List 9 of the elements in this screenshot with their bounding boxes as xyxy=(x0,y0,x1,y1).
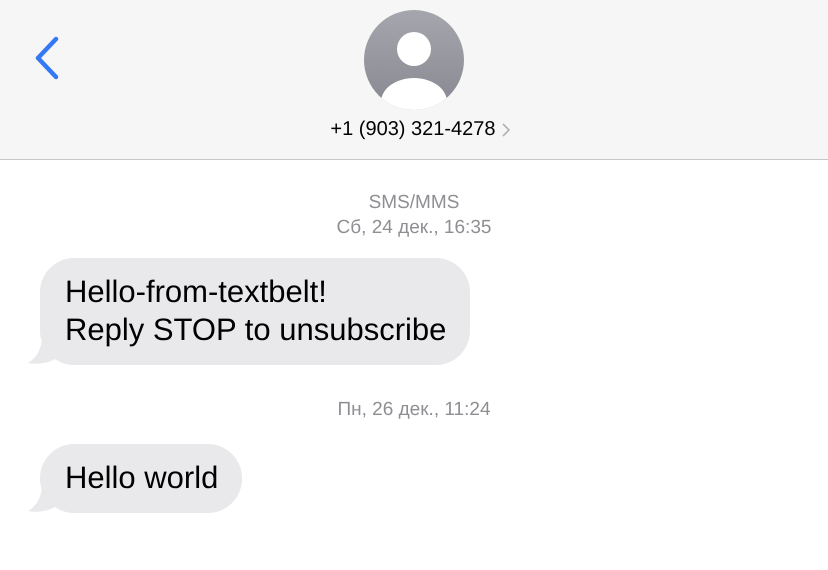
message-timestamp: Пн, 26 дек., 11:24 xyxy=(337,398,491,422)
message-bubble: Hello-from-textbelt! Reply STOP to unsubscribe xyxy=(40,258,470,365)
back-icon[interactable] xyxy=(34,36,60,80)
message-bubble: Hello world xyxy=(40,444,242,513)
message-timestamp: Сб, 24 дек., 16:35 xyxy=(336,216,492,240)
service-label: SMS/MMS xyxy=(368,191,460,215)
chevron-icon xyxy=(502,122,510,136)
avatar-icon[interactable] xyxy=(364,10,464,110)
contact-number[interactable]: +1 (903) 321-4278 xyxy=(330,118,496,141)
